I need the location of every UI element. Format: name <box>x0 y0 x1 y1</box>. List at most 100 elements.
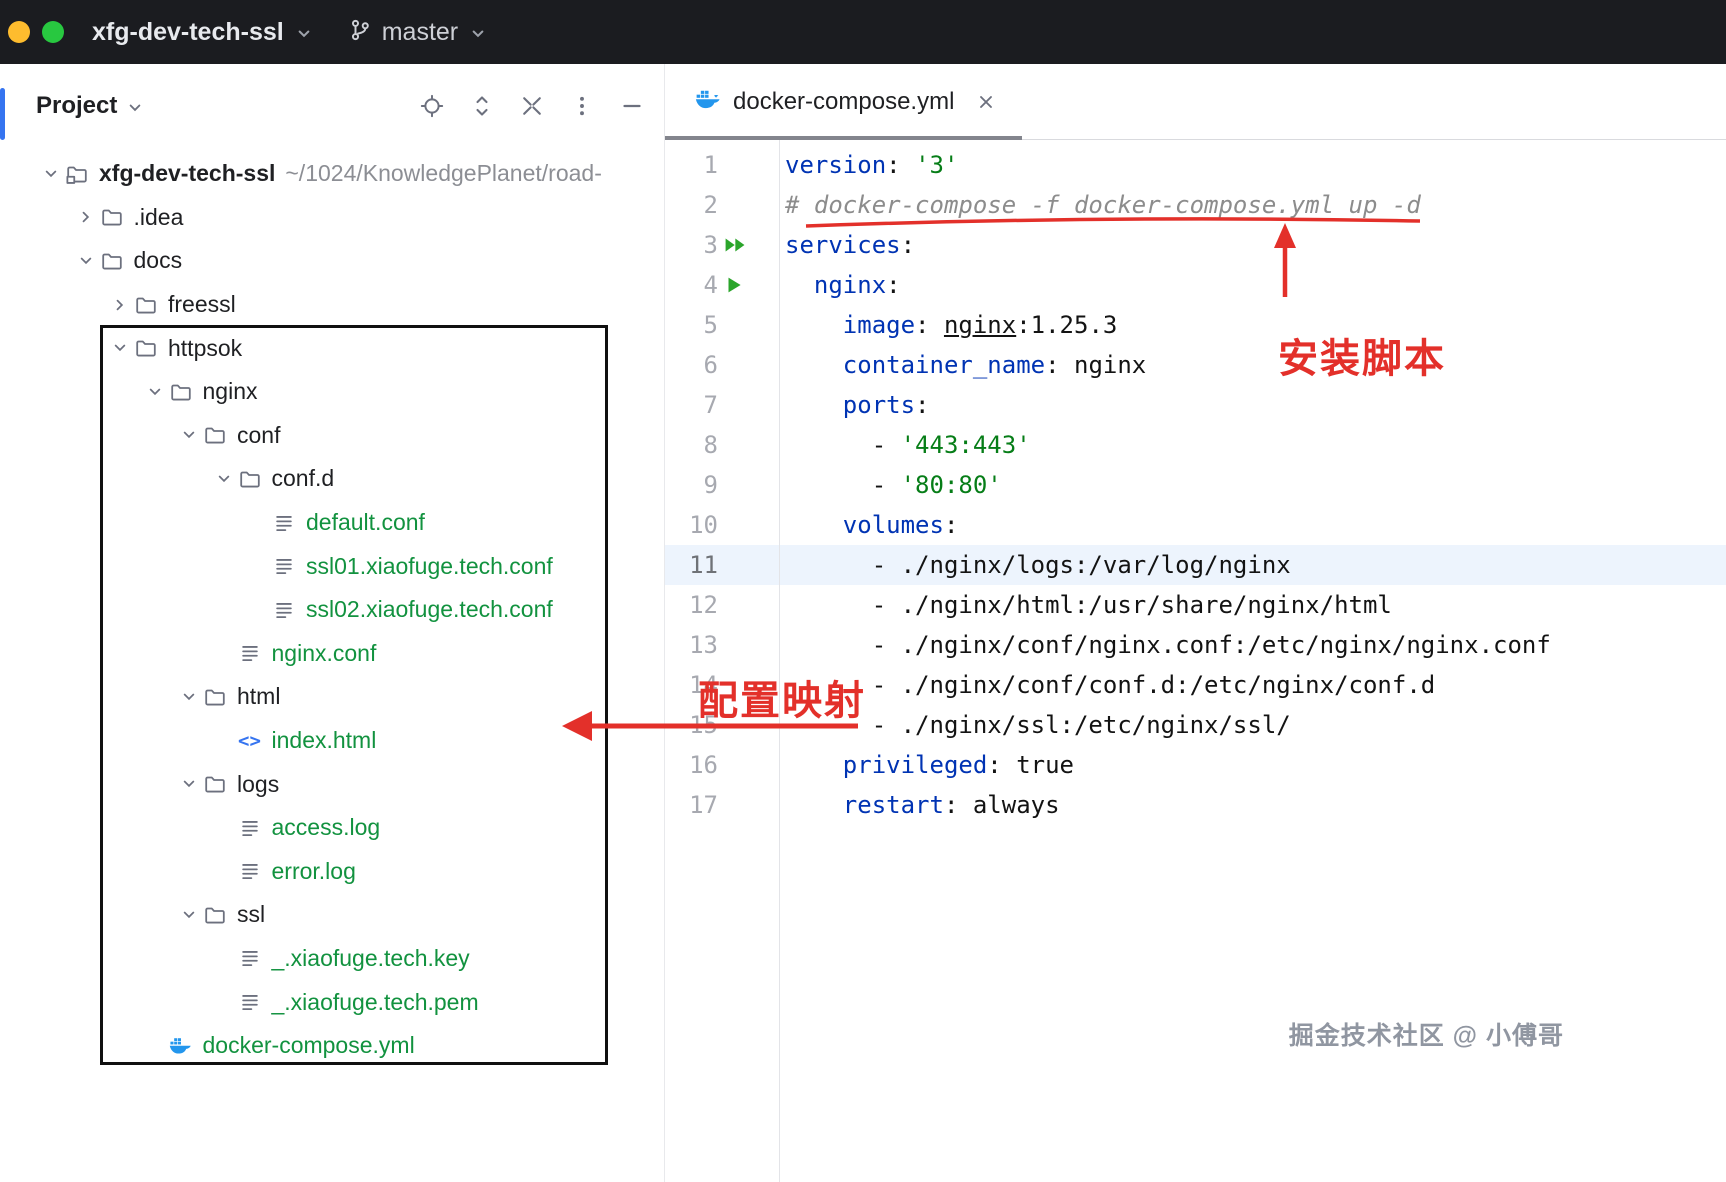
line-number[interactable]: 13 <box>665 625 718 665</box>
chevron-down-icon[interactable] <box>176 905 202 925</box>
code-text: - '80:80' <box>785 471 1002 499</box>
branch-widget[interactable]: master <box>348 18 488 47</box>
code-line-3[interactable]: 3 services: <box>665 225 1726 265</box>
tab-docker-compose-yml[interactable]: docker-compose.yml <box>665 64 1023 140</box>
code-line-16[interactable]: 16 privileged: true <box>665 745 1726 785</box>
tree-item--.xiaofuge.tech.pem[interactable]: _.xiaofuge.tech.pem <box>0 980 664 1024</box>
tree-item-default.conf[interactable]: default.conf <box>0 501 664 545</box>
tree-item--.xiaofuge.tech.key[interactable]: _.xiaofuge.tech.key <box>0 937 664 981</box>
code-line-9[interactable]: 9 - '80:80' <box>665 465 1726 505</box>
line-number[interactable]: 4 <box>665 265 718 305</box>
expand-all-icon[interactable] <box>470 94 494 118</box>
collapse-all-icon[interactable] <box>520 94 544 118</box>
code-line-14[interactable]: 14 - ./nginx/conf/conf.d:/etc/nginx/conf… <box>665 665 1726 705</box>
tree-item-html[interactable]: html <box>0 675 664 719</box>
code-line-8[interactable]: 8 - '443:443' <box>665 425 1726 465</box>
close-icon[interactable] <box>974 90 998 114</box>
chevron-down-icon[interactable] <box>176 687 202 707</box>
code-line-12[interactable]: 12 - ./nginx/html:/usr/share/nginx/html <box>665 585 1726 625</box>
tree-item-logs[interactable]: logs <box>0 762 664 806</box>
chevron-down-icon[interactable] <box>73 251 99 271</box>
tree-item-conf[interactable]: conf <box>0 414 664 458</box>
folder-icon <box>202 904 228 926</box>
code-text: restart: always <box>842 791 1060 819</box>
folder-icon <box>133 294 159 316</box>
line-number[interactable]: 3 <box>665 225 718 265</box>
line-number[interactable]: 14 <box>665 665 718 705</box>
tree-item-error.log[interactable]: error.log <box>0 850 664 894</box>
tree-item-freessl[interactable]: freessl <box>0 283 664 327</box>
tree-item-xfg-dev-tech-ssl[interactable]: xfg-dev-tech-ssl ~/1024/KnowledgePlanet/… <box>0 152 664 196</box>
project-folder-icon <box>64 163 90 185</box>
line-number[interactable]: 1 <box>665 145 718 185</box>
run-icon[interactable] <box>723 273 759 297</box>
chevron-down-icon <box>468 24 488 44</box>
code-line-15[interactable]: 15 - ./nginx/ssl:/etc/nginx/ssl/ <box>665 705 1726 745</box>
tree-item-conf.d[interactable]: conf.d <box>0 457 664 501</box>
line-number[interactable]: 8 <box>665 425 718 465</box>
tree-item-ssl02.xiaofuge.tech.conf[interactable]: ssl02.xiaofuge.tech.conf <box>0 588 664 632</box>
line-number[interactable]: 5 <box>665 305 718 345</box>
chevron-down-icon[interactable] <box>142 382 168 402</box>
folder-icon <box>133 337 159 359</box>
tree-item-nginx.conf[interactable]: nginx.conf <box>0 632 664 676</box>
chevron-down-icon[interactable] <box>211 469 237 489</box>
tree-item-index.html[interactable]: <> index.html <box>0 719 664 763</box>
folder-icon <box>168 381 194 403</box>
chevron-down-icon[interactable] <box>107 338 133 358</box>
line-number[interactable]: 12 <box>665 585 718 625</box>
code-line-13[interactable]: 13 - ./nginx/conf/nginx.conf:/etc/nginx/… <box>665 625 1726 665</box>
file-icon <box>237 991 263 1013</box>
file-icon <box>271 599 297 621</box>
hide-toolwindow-icon[interactable] <box>620 94 644 118</box>
code-editor[interactable]: 1 version: '3' 2 # docker-compose -f docker… <box>665 145 1726 825</box>
code-line-5[interactable]: 5 image: nginx:1.25.3 <box>665 305 1726 345</box>
code-text: image: nginx:1.25.3 <box>842 311 1118 339</box>
branch-name: master <box>381 17 459 46</box>
tree-item-docs[interactable]: docs <box>0 239 664 283</box>
tree-item-access.log[interactable]: access.log <box>0 806 664 850</box>
tree-item-.idea[interactable]: .idea <box>0 196 664 240</box>
line-number[interactable]: 6 <box>665 345 718 385</box>
code-text: version: '3' <box>785 151 959 179</box>
tree-item-nginx[interactable]: nginx <box>0 370 664 414</box>
minimize-traffic-light[interactable] <box>8 21 30 43</box>
line-number[interactable]: 2 <box>665 185 718 225</box>
code-line-4[interactable]: 4 nginx: <box>665 265 1726 305</box>
line-number[interactable]: 10 <box>665 505 718 545</box>
more-options-icon[interactable] <box>570 94 594 118</box>
panel-divider[interactable] <box>664 64 665 1182</box>
line-number[interactable]: 9 <box>665 465 718 505</box>
line-number[interactable]: 11 <box>665 545 718 585</box>
code-text: - ./nginx/logs:/var/log/nginx <box>785 551 1291 579</box>
chevron-right-icon[interactable] <box>107 295 133 315</box>
code-line-17[interactable]: 17 restart: always <box>665 785 1726 825</box>
zoom-traffic-light[interactable] <box>42 21 64 43</box>
code-line-7[interactable]: 7 ports: <box>665 385 1726 425</box>
file-icon <box>237 860 263 882</box>
code-line-2[interactable]: 2 # docker-compose -f docker-compose.yml … <box>665 185 1726 225</box>
line-number[interactable]: 7 <box>665 385 718 425</box>
line-number[interactable]: 16 <box>665 745 718 785</box>
code-line-11[interactable]: 11 - ./nginx/logs:/var/log/nginx <box>665 545 1726 585</box>
chevron-down-icon[interactable] <box>125 98 145 118</box>
chevron-right-icon[interactable] <box>73 207 99 227</box>
chevron-down-icon[interactable] <box>176 425 202 445</box>
project-widget[interactable]: xfg-dev-tech-ssl <box>92 18 314 47</box>
line-number[interactable]: 15 <box>665 705 718 745</box>
code-text: - ./nginx/conf/nginx.conf:/etc/nginx/ngi… <box>785 631 1551 659</box>
project-panel-actions <box>420 82 644 130</box>
chevron-down-icon[interactable] <box>176 774 202 794</box>
tree-item-httpsok[interactable]: httpsok <box>0 326 664 370</box>
line-number[interactable]: 17 <box>665 785 718 825</box>
locate-file-icon[interactable] <box>420 94 444 118</box>
tree-item-ssl[interactable]: ssl <box>0 893 664 937</box>
code-line-6[interactable]: 6 container_name: nginx <box>665 345 1726 385</box>
code-text: container_name: nginx <box>842 351 1147 379</box>
chevron-down-icon[interactable] <box>38 164 64 184</box>
code-line-1[interactable]: 1 version: '3' <box>665 145 1726 185</box>
tree-item-docker-compose.yml[interactable]: docker-compose.yml <box>0 1024 664 1068</box>
run-all-icon[interactable] <box>723 233 759 257</box>
tree-item-ssl01.xiaofuge.tech.conf[interactable]: ssl01.xiaofuge.tech.conf <box>0 544 664 588</box>
code-line-10[interactable]: 10 volumes: <box>665 505 1726 545</box>
